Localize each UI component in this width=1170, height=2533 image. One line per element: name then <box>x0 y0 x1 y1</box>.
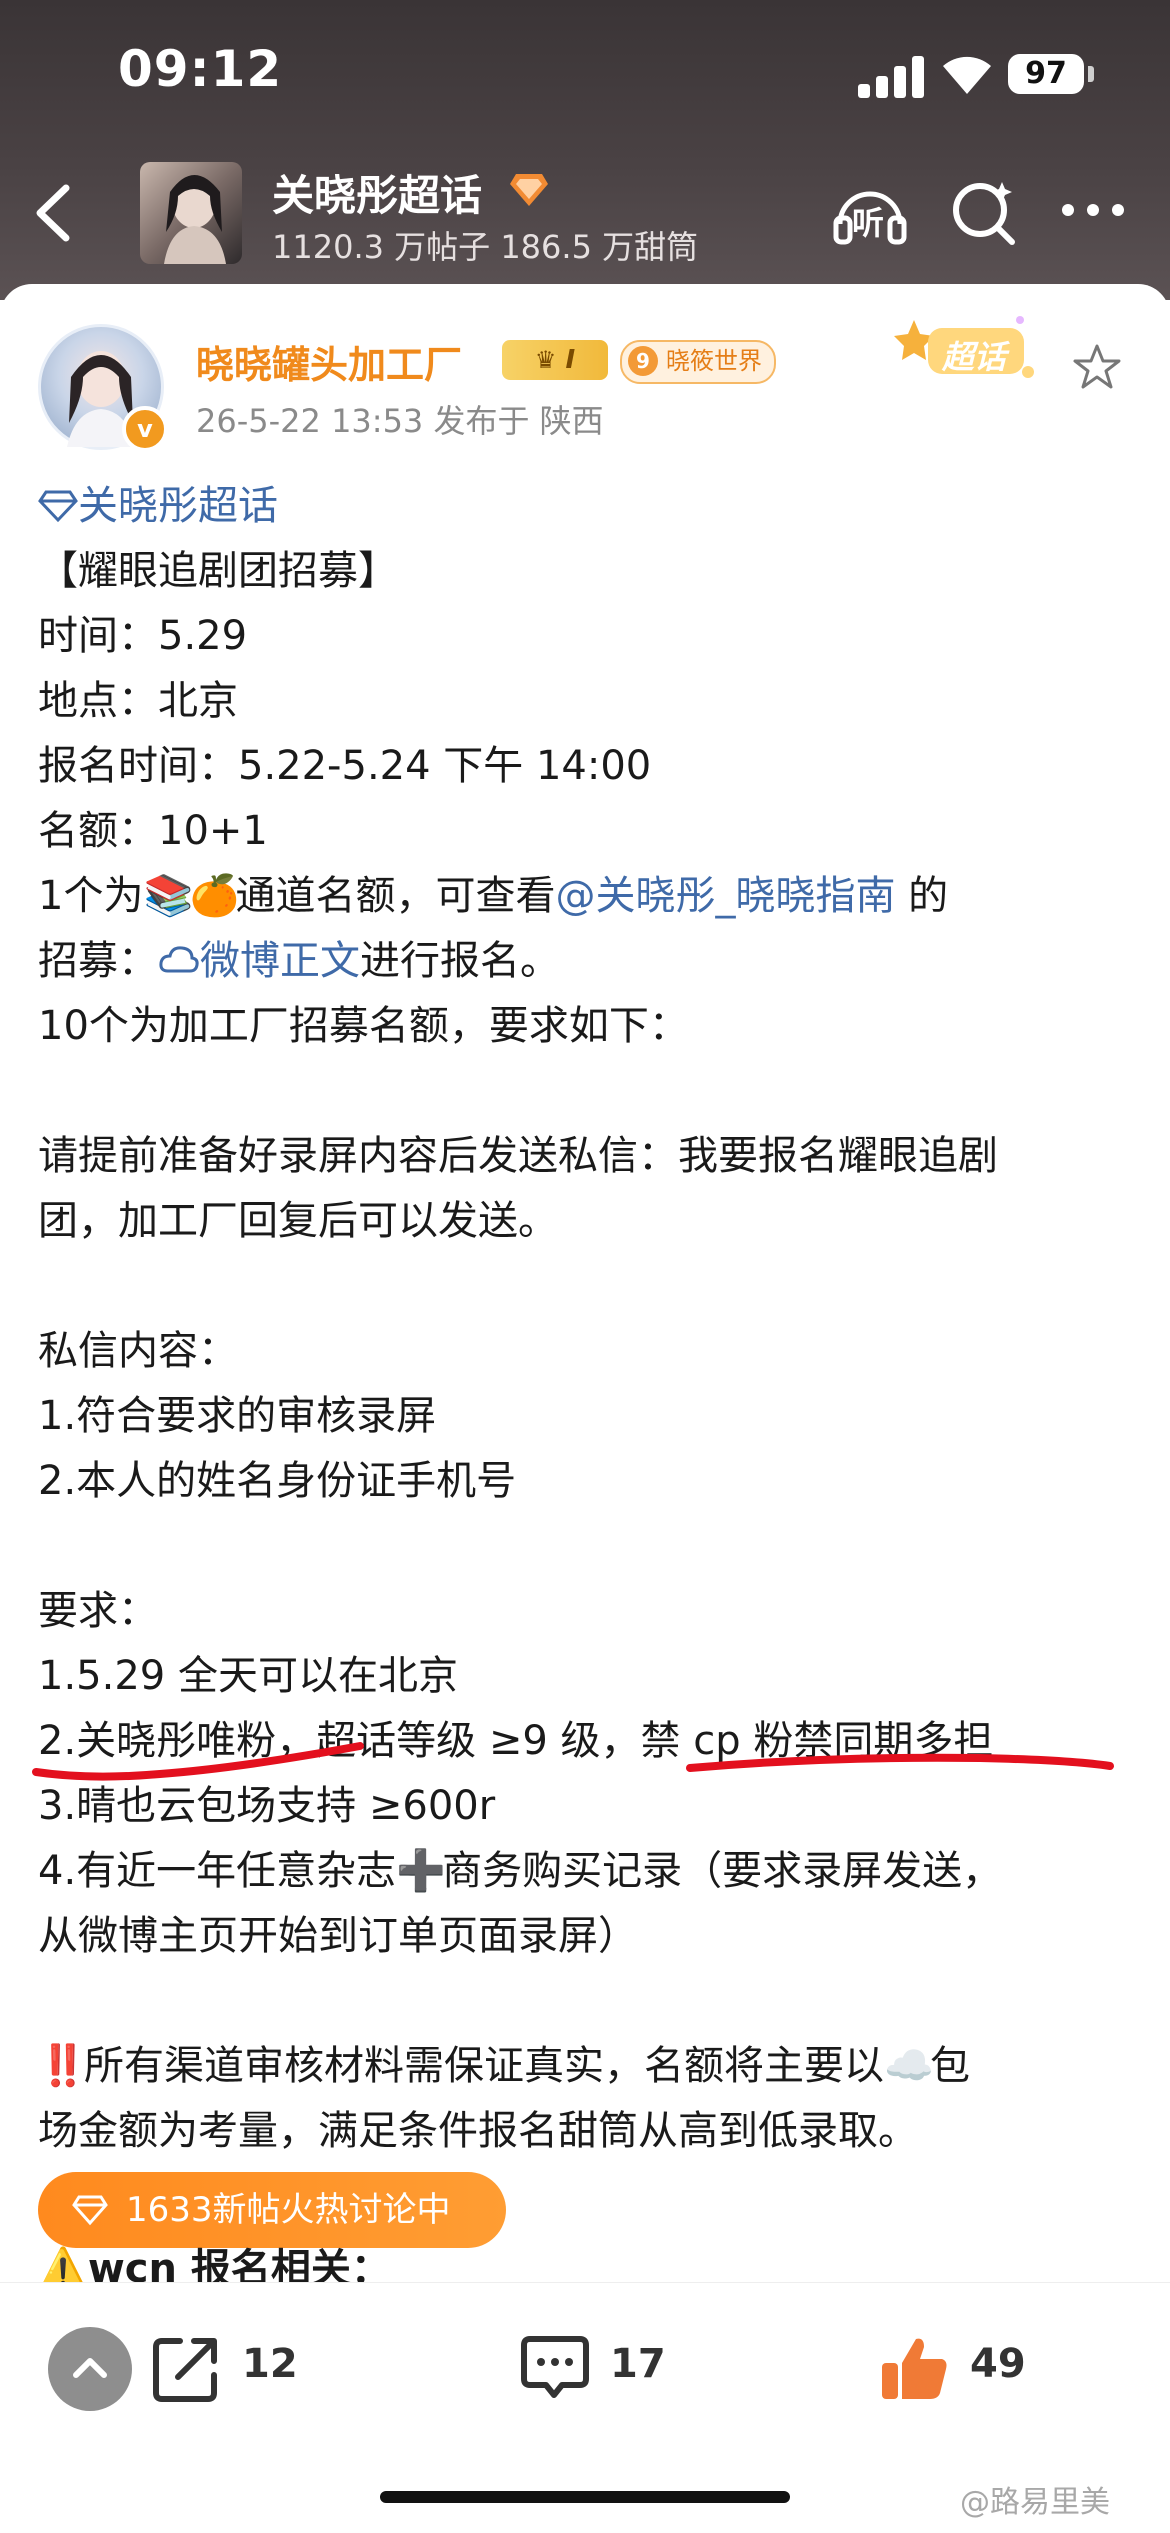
comment-button[interactable]: 17 <box>518 2331 668 2411</box>
verified-badge-icon: v <box>122 406 168 452</box>
topic-hashtag-line[interactable]: 关晓彤超话 <box>38 474 1138 539</box>
status-time: 09:12 <box>118 40 283 98</box>
listen-button[interactable]: 听 <box>832 176 908 252</box>
text-span: 商务购买记录（要求录屏发送， <box>442 1848 1003 1894</box>
post-line: 私信内容： <box>38 1328 238 1374</box>
home-indicator[interactable] <box>380 2491 790 2503</box>
post-line: 报名时间：5.22-5.24 下午 14:00 <box>38 743 652 789</box>
share-icon <box>153 2338 217 2402</box>
post-line: 地点：北京 <box>38 678 238 724</box>
post-content: 关晓彤超话 【耀眼追剧团招募】 时间：5.29 地点：北京 报名时间：5.22-… <box>38 474 1138 2164</box>
books-emoji: 📚 <box>143 873 194 919</box>
fan-club-badge[interactable]: 9 晓筱世界 <box>620 340 776 384</box>
cellular-signal-icon <box>858 54 930 98</box>
post-line: 名额：10+1 <box>38 808 268 854</box>
chaohua-tag[interactable]: 超话 <box>890 310 1040 386</box>
post-line: 【耀眼追剧团招募】 <box>38 548 398 594</box>
post-line: 要求： <box>38 1588 158 1634</box>
thumbs-up-icon <box>882 2338 947 2399</box>
post-meta: 26-5-22 13:53 发布于 陕西 <box>196 402 604 440</box>
author-name[interactable]: 晓晓罐头加工厂 <box>196 334 462 389</box>
text-span: 1个为 <box>38 873 144 919</box>
post-line: 从微博主页开始到订单页面录屏） <box>38 1913 638 1959</box>
post-line: 10个为加工厂招募名额，要求如下： <box>38 1003 689 1049</box>
bottom-action-bar: 12 17 49 @路易里美 <box>0 2282 1170 2533</box>
more-options-icon[interactable] <box>1058 190 1128 230</box>
post-line: 招募： 微博正文进行报名。 <box>38 929 1138 994</box>
battery-tip <box>1088 66 1094 82</box>
text-span: 4.有近一年任意杂志 <box>38 1848 397 1894</box>
post-line: 1.5.29 全天可以在北京 <box>38 1653 458 1699</box>
text-span: 招募： <box>38 938 158 984</box>
topic-stats: 1120.3 万帖子 186.5 万甜筒 <box>272 228 699 266</box>
post-line: 场金额为考量，满足条件报名甜筒从高到低录取。 <box>38 2108 918 2154</box>
share-count: 12 <box>242 2341 298 2387</box>
search-icon[interactable] <box>948 176 1020 248</box>
plus-emoji: ➕ <box>396 1848 446 1894</box>
post-line: 1.符合要求的审核录屏 <box>38 1393 437 1439</box>
topic-title: 关晓彤超话 <box>272 171 483 220</box>
topic-nav-bar: 关晓彤超话 1120.3 万帖子 186.5 万甜筒 听 <box>0 150 1170 280</box>
red-underline-annotation <box>32 1742 364 1781</box>
text-span: 包 <box>930 2043 970 2089</box>
cloud-emoji: ☁️ <box>884 2043 934 2089</box>
text-span: 通道名额，可查看 <box>235 873 556 919</box>
post-line: 请提前准备好录屏内容后发送私信：我要报名耀眼追剧 <box>38 1133 998 1179</box>
post-line: 时间：5.29 <box>38 613 248 659</box>
topic-diamond-icon <box>38 490 78 523</box>
fan-level: 9 <box>628 346 658 376</box>
diamond-icon <box>72 2195 108 2226</box>
share-button[interactable]: 12 <box>150 2331 300 2411</box>
like-count: 49 <box>970 2341 1026 2387</box>
wifi-icon <box>943 56 991 94</box>
scroll-top-button[interactable] <box>48 2327 132 2411</box>
text-span: 所有渠道审核材料需保证真实，名额将主要以 <box>84 2043 884 2089</box>
weibo-link-icon <box>159 946 199 973</box>
status-bar: 09:12 97 <box>0 0 1170 150</box>
mention-link[interactable]: @关晓彤_晓晓指南 <box>555 873 895 919</box>
red-underline-annotation <box>686 1753 1114 1772</box>
post-line: 1个为📚🍊通道名额，可查看@关晓彤_晓晓指南 的 <box>38 864 1138 929</box>
diamond-badge-icon <box>510 174 548 206</box>
orange-emoji: 🍊 <box>189 873 240 919</box>
listen-label: 听 <box>852 204 885 242</box>
post-line: ‼️所有渠道审核材料需保证真实，名额将主要以☁️包 <box>38 2034 1138 2099</box>
weibo-watermark: @路易里美 <box>960 2485 1110 2520</box>
post-line: 2.本人的姓名身份证手机号 <box>38 1458 517 1504</box>
post-line: 团，加工厂回复后可以发送。 <box>38 1198 558 1244</box>
weibo-article-link[interactable]: 微博正文 <box>200 938 360 984</box>
chevron-up-icon <box>73 2358 107 2378</box>
text-span: 的 <box>895 873 949 919</box>
text-span: 进行报名。 <box>360 938 560 984</box>
member-level: I <box>565 345 576 375</box>
chaohua-label: 超话 <box>942 338 1007 376</box>
topic-avatar[interactable] <box>140 162 242 264</box>
back-arrow-icon[interactable] <box>24 178 84 248</box>
post-line: 4.有近一年任意杂志➕商务购买记录（要求录屏发送， <box>38 1839 1138 1904</box>
comment-icon <box>521 2336 589 2398</box>
like-button[interactable]: 49 <box>878 2331 1028 2411</box>
member-level-badge: ♛ I <box>502 340 608 380</box>
double-exclamation-emoji: ‼️ <box>38 2043 88 2089</box>
topic-hashtag: 关晓彤超话 <box>78 483 278 529</box>
favorite-star-icon[interactable] <box>1072 342 1122 392</box>
comment-count: 17 <box>610 2341 666 2387</box>
battery-level: 97 <box>1008 54 1084 94</box>
fan-club-name: 晓筱世界 <box>666 347 762 375</box>
